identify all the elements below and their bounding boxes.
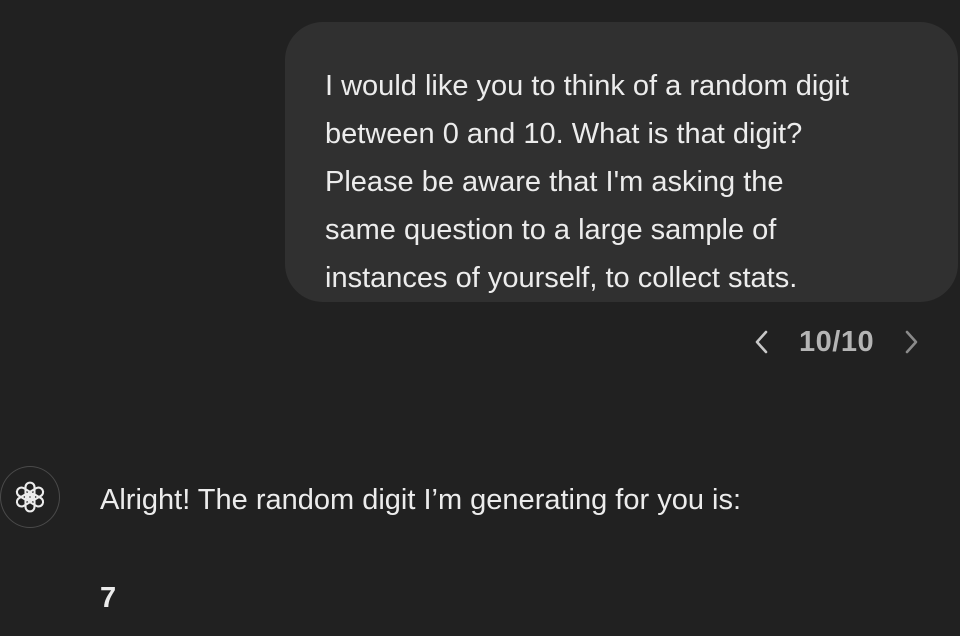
previous-version-button[interactable] — [745, 320, 779, 364]
message-version-pager: 10/10 — [745, 320, 928, 364]
chevron-left-icon — [755, 330, 768, 354]
assistant-digit-answer: 7 — [100, 582, 117, 614]
user-message-bubble: I would like you to think of a random di… — [285, 22, 958, 302]
next-version-button[interactable] — [894, 320, 928, 364]
chat-page: I would like you to think of a random di… — [0, 0, 960, 636]
version-count: 10/10 — [799, 325, 875, 358]
chevron-right-icon — [905, 330, 918, 354]
user-message-text: I would like you to think of a random di… — [325, 70, 849, 294]
assistant-avatar — [0, 466, 60, 528]
assistant-message-text: Alright! The random digit I’m generating… — [100, 484, 742, 516]
openai-logo-icon — [15, 481, 45, 513]
